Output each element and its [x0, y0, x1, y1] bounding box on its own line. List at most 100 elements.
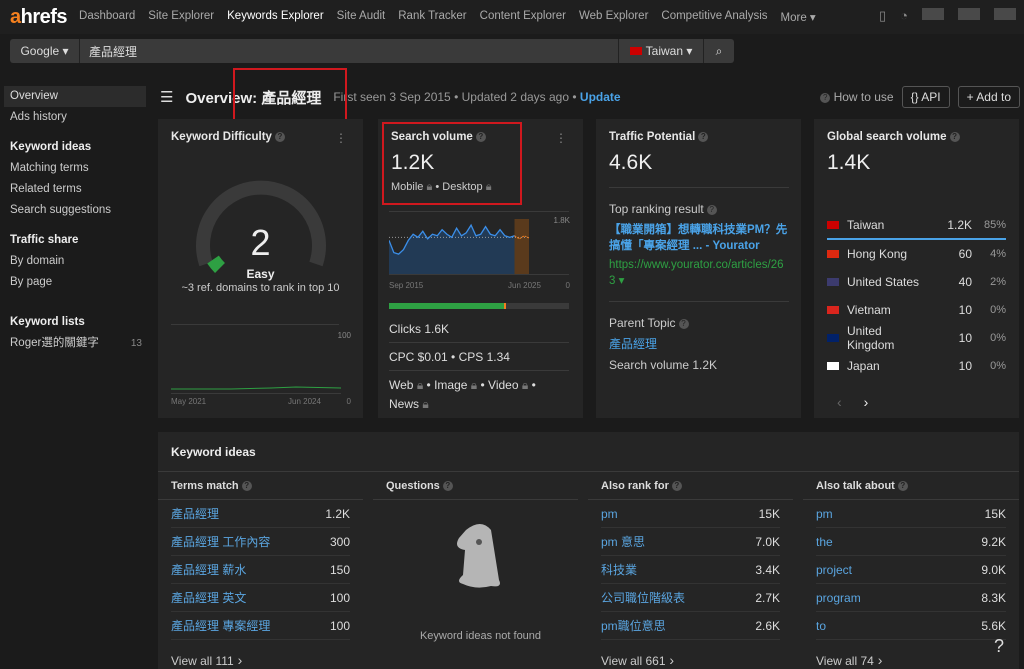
keyword-link[interactable]: pm [816, 507, 833, 521]
keyword-row[interactable]: pm 意思 7.0K [601, 528, 780, 556]
flag-icon [827, 306, 839, 314]
keyword-volume: 15K [984, 506, 1006, 521]
country-volume: 60 [958, 247, 972, 261]
keyword-link[interactable]: 產品經理 [171, 505, 219, 522]
api-button[interactable]: {} API [901, 86, 950, 108]
keyword-row[interactable]: program 8.3K [816, 584, 1006, 612]
keyword-row[interactable]: pm職位意思 2.6K [601, 612, 780, 640]
country-row[interactable]: United Kingdom 10 0% [827, 324, 1006, 352]
help-icon[interactable]: ? [706, 204, 717, 215]
nav-item[interactable]: Site Explorer [148, 10, 214, 24]
add-to-button[interactable]: + Add to [957, 86, 1020, 108]
taiwan-flag-icon [629, 47, 642, 55]
sidebar-item-related[interactable]: Related terms [4, 179, 146, 200]
sidebar-item-suggestions[interactable]: Search suggestions [4, 200, 146, 221]
help-icon[interactable]: ? [671, 481, 682, 492]
country-row[interactable]: Japan 10 0% [827, 352, 1006, 380]
keyword-row[interactable]: 產品經理 工作內容 300 [171, 528, 350, 556]
ghost-illustration [457, 524, 500, 588]
view-all-link[interactable]: View all 111 › [158, 652, 363, 668]
help-icon[interactable]: ? [698, 131, 709, 142]
help-icon[interactable]: ? [442, 481, 453, 492]
keyword-row[interactable]: pm 15K [816, 500, 1006, 528]
speed-icon[interactable]: ◔ [900, 8, 908, 24]
also-talk-column: Also talk about? pm 15K the 9.2K project 9.0K p… [803, 472, 1019, 668]
keyword-input[interactable]: 產品經理 [80, 43, 618, 60]
country-row[interactable]: Hong Kong 60 4% [827, 240, 1006, 268]
keyword-volume: 7.0K [755, 534, 780, 549]
keyword-row[interactable]: 科技業 3.4K [601, 556, 780, 584]
view-all-link[interactable]: View all 74 › [803, 652, 1019, 668]
keyword-link[interactable]: 產品經理 專案經理 [171, 617, 270, 634]
blurred-item[interactable] [922, 8, 944, 20]
nav-item[interactable]: Rank Tracker [398, 10, 466, 24]
nav-item[interactable]: Dashboard [79, 10, 135, 24]
nav-items: Dashboard Site Explorer Keywords Explorer S… [79, 10, 829, 24]
keyword-row[interactable]: project 9.0K [816, 556, 1006, 584]
nav-item[interactable]: More ▾ [781, 10, 816, 24]
help-icon[interactable]: ? [274, 131, 285, 142]
keyword-link[interactable]: 產品經理 工作內容 [171, 533, 270, 550]
nav-item[interactable]: Competitive Analysis [661, 10, 767, 24]
sidebar-item-overview[interactable]: Overview [4, 86, 146, 107]
keyword-row[interactable]: 產品經理 1.2K [171, 500, 350, 528]
parent-topic-link[interactable]: 產品經理 [609, 335, 788, 352]
keyword-row[interactable]: 產品經理 英文 100 [171, 584, 350, 612]
help-icon[interactable]: ? [897, 481, 908, 492]
keyword-link[interactable]: pm職位意思 [601, 617, 666, 634]
keyword-row[interactable]: 產品經理 薪水 150 [171, 556, 350, 584]
keyword-link[interactable]: 科技業 [601, 561, 637, 578]
help-icon[interactable]: ? [949, 131, 960, 142]
keyword-link[interactable]: 公司職位階級表 [601, 589, 685, 606]
sidebar-item-by-domain[interactable]: By domain [4, 251, 146, 272]
country-pct: 0% [990, 360, 1006, 372]
keyword-row[interactable]: 公司職位階級表 2.7K [601, 584, 780, 612]
help-icon[interactable]: ? [241, 481, 252, 492]
nav-item[interactable]: Web Explorer [579, 10, 648, 24]
nav-item[interactable]: Site Audit [337, 10, 386, 24]
country-row[interactable]: Taiwan 1.2K 85% [827, 212, 1006, 240]
top-result-link[interactable]: 【職業開箱】想轉職科技業PM？先搞懂「專案經理 ... - Yourator [609, 222, 788, 254]
how-to-use-link[interactable]: ? How to use [817, 90, 894, 104]
update-link[interactable]: Update [580, 90, 621, 104]
device-icon[interactable]: ▯ [879, 8, 886, 24]
keyword-link[interactable]: 產品經理 薪水 [171, 561, 246, 578]
keyword-row[interactable]: to 5.6K [816, 612, 1006, 640]
blurred-item[interactable] [958, 8, 980, 20]
keyword-link[interactable]: the [816, 535, 833, 549]
sidebar-item-matching[interactable]: Matching terms [4, 158, 146, 179]
nav-item[interactable]: Keywords Explorer [227, 10, 324, 24]
more-icon[interactable]: ⋮ [335, 131, 347, 145]
nav-item[interactable]: Content Explorer [480, 10, 566, 24]
keyword-link[interactable]: program [816, 591, 861, 605]
divider [171, 324, 339, 325]
keyword-link[interactable]: pm 意思 [601, 533, 645, 550]
keyword-link[interactable]: to [816, 619, 826, 633]
keyword-link[interactable]: 產品經理 英文 [171, 589, 246, 606]
sidebar-item-by-page[interactable]: By page [4, 272, 146, 293]
keyword-row[interactable]: pm 15K [601, 500, 780, 528]
menu-icon[interactable]: ☰ [160, 88, 173, 106]
sv-details: Clicks 1.6K CPC $0.01 • CPS 1.34 Web 🔒︎ … [389, 315, 569, 414]
engine-select[interactable]: Google ▾ [10, 39, 80, 63]
country-row[interactable]: Vietnam 10 0% [827, 296, 1006, 324]
country-select[interactable]: Taiwan ▾ [618, 39, 704, 63]
top-result-url[interactable]: https://www.yourator.co/articles/263 ▾ [609, 257, 788, 289]
country-row[interactable]: United States 40 2% [827, 268, 1006, 296]
help-icon[interactable]: ? [678, 318, 689, 329]
keyword-link[interactable]: project [816, 563, 852, 577]
empty-message: Keyword ideas not found [419, 630, 542, 642]
keyword-link[interactable]: pm [601, 507, 618, 521]
keyword-row[interactable]: 產品經理 專案經理 100 [171, 612, 350, 640]
sidebar-item-ads-history[interactable]: Ads history [4, 107, 146, 128]
ahrefs-logo[interactable]: ahrefs [10, 6, 68, 29]
sidebar-item-list[interactable]: Roger選的關鍵字 13 [4, 333, 146, 354]
help-button[interactable]: ? [994, 636, 1004, 657]
keyword-row[interactable]: the 9.2K [816, 528, 1006, 556]
blurred-item[interactable] [994, 8, 1016, 20]
search-icon[interactable]: ⌕ [704, 44, 734, 59]
chevron-left-icon[interactable]: ‹ [837, 394, 842, 410]
chevron-right-icon[interactable]: › [864, 394, 869, 410]
more-icon[interactable]: ⋮ [555, 131, 567, 145]
view-all-link[interactable]: View all 661 › [588, 652, 793, 668]
